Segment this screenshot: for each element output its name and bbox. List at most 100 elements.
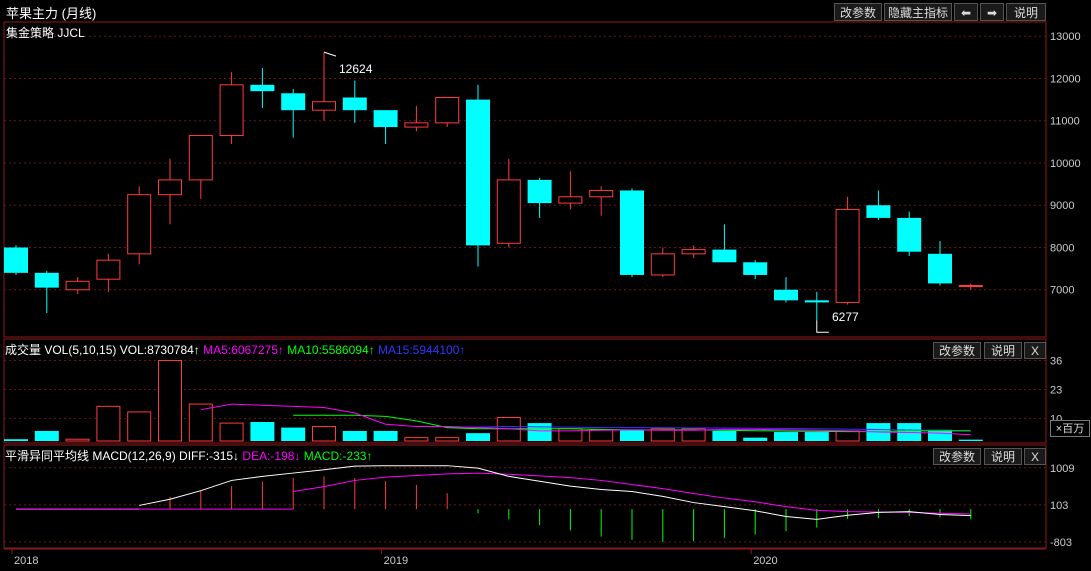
candle-body <box>158 179 182 196</box>
macd-help-button[interactable]: 说明 <box>984 448 1022 465</box>
volume-bar <box>712 430 737 441</box>
volume-series <box>4 359 983 442</box>
candle-body <box>928 253 952 284</box>
candle-body <box>312 101 336 111</box>
volume-bar <box>958 439 983 441</box>
volume-bar <box>774 432 798 441</box>
volume-bar <box>928 429 952 441</box>
volume-bar <box>65 438 90 442</box>
macd-series <box>16 465 972 542</box>
volume-bar <box>34 430 59 441</box>
main-y-tick-label: 12000 <box>1050 73 1081 85</box>
candle-body <box>4 247 28 273</box>
volume-bar <box>127 411 152 442</box>
main-y-tick-label: 10000 <box>1050 158 1081 170</box>
main-y-tick-label: 13000 <box>1050 31 1081 43</box>
candle-body <box>743 262 768 275</box>
vol-label: 成交量 VOL(5,10,15) <box>5 343 117 357</box>
low-price-label: 6277 <box>832 310 859 324</box>
volume-bar <box>373 430 398 441</box>
macd-label: 平滑异同平均线 MACD(12,26,9) <box>5 449 176 463</box>
vol-ma15: MA15:5944100↑ <box>377 343 466 357</box>
candle-body <box>219 84 244 137</box>
macd-indicator-header: 平滑异同平均线 MACD(12,26,9) DIFF:-315↓ DEA:-19… <box>5 447 372 464</box>
candle-body <box>496 179 521 244</box>
candle-body <box>681 249 706 255</box>
candle-body <box>188 135 213 181</box>
main-y-tick-label: 8000 <box>1050 242 1074 254</box>
volume-bar <box>250 421 275 441</box>
candle-body <box>250 84 275 92</box>
candle-body <box>34 272 59 288</box>
volume-bar <box>435 437 460 442</box>
candle-body <box>527 179 552 204</box>
volume-bar <box>281 427 306 441</box>
volume-bar <box>342 430 367 441</box>
chart-canvas: 7000800090001000011000120001300010233610… <box>3 21 1081 567</box>
panel-frames <box>3 21 1047 550</box>
macd-y-tick-label: 103 <box>1050 500 1068 512</box>
vol-indicator-header: 成交量 VOL(5,10,15) VOL:8730784↑ MA5:606727… <box>5 341 465 358</box>
candle-body <box>127 194 152 255</box>
x-tick-label: 2019 <box>384 555 408 567</box>
strategy-label: 集金策略 JJCL <box>6 26 85 40</box>
volume-bar <box>620 429 644 441</box>
volume-bar <box>96 405 121 442</box>
high-marker-line <box>323 51 337 57</box>
candle-body <box>866 205 891 218</box>
macd-params-button[interactable]: 改参数 <box>933 448 981 465</box>
candle-body <box>558 196 583 204</box>
volume-bar <box>527 423 552 441</box>
volume-bar <box>804 432 829 441</box>
macd-diff: DIFF:-315↓ <box>179 449 240 463</box>
vol-ma5: MA5:6067275↑ <box>203 343 284 357</box>
x-tick-label: 2020 <box>753 555 777 567</box>
macd-y-tick-label: -803 <box>1050 537 1072 549</box>
candle-body <box>804 300 829 303</box>
volume-bar <box>4 439 28 441</box>
candle-body <box>373 110 398 128</box>
vol-y-tick-label: 23 <box>1050 385 1062 397</box>
volume-bar <box>312 425 336 442</box>
candle-body <box>404 122 429 128</box>
vol-value: VOL:8730784↑ <box>119 343 200 357</box>
high-price-label: 12624 <box>339 62 373 76</box>
volume-bar <box>743 437 768 441</box>
main-y-tick-label: 7000 <box>1050 285 1074 297</box>
candle-body <box>835 208 860 303</box>
volume-bar <box>158 359 182 442</box>
candle-body <box>466 99 490 246</box>
vol-params-button[interactable]: 改参数 <box>933 342 981 359</box>
candle-body <box>897 217 922 252</box>
vol-help-button[interactable]: 说明 <box>984 342 1022 359</box>
candle-body <box>281 93 306 111</box>
candle-body <box>712 249 737 263</box>
candle-body <box>958 285 983 288</box>
main-y-tick-label: 11000 <box>1050 116 1080 128</box>
candle-body <box>620 190 644 275</box>
macd-dea: DEA:-198↓ <box>242 449 301 463</box>
axis-labels: 7000800090001000011000120001300010233610… <box>11 31 1081 567</box>
volume-bar <box>466 433 490 441</box>
candle-body <box>342 97 367 111</box>
dea-line <box>293 472 971 515</box>
macd-macd: MACD:-233↑ <box>303 449 373 463</box>
candle-body <box>589 189 614 198</box>
vol-unit-label: ×百万 <box>1050 420 1090 437</box>
x-tick-label: 2018 <box>14 555 38 567</box>
candle-body <box>650 253 675 276</box>
volume-bar <box>835 430 860 442</box>
macd-y-tick-label: 1009 <box>1050 463 1074 475</box>
candlestick-series <box>4 51 983 333</box>
candle-body <box>435 96 460 124</box>
volume-bar <box>404 437 429 442</box>
grid-lines <box>4 35 1046 543</box>
low-marker-line <box>816 320 829 333</box>
vol-y-tick-label: 36 <box>1050 355 1062 367</box>
macd-close-icon[interactable]: X <box>1024 448 1046 465</box>
candle-body <box>65 280 90 291</box>
volume-bar <box>589 429 614 442</box>
vol-close-icon[interactable]: X <box>1024 342 1046 359</box>
vol-ma10: MA10:5586094↑ <box>287 343 375 357</box>
main-y-tick-label: 9000 <box>1050 200 1074 212</box>
